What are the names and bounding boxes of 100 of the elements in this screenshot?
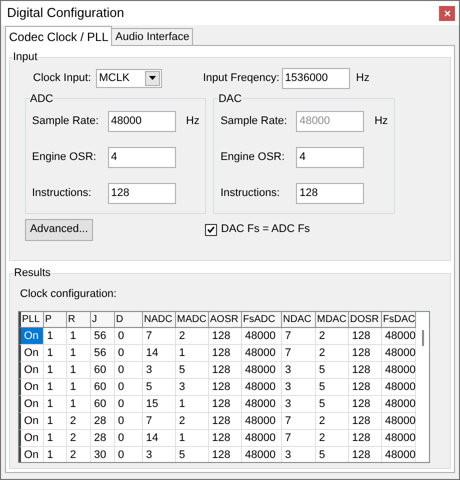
table-cell: 3	[143, 362, 176, 378]
table-cell: 128	[349, 413, 382, 429]
table-cell: 128	[209, 447, 242, 462]
table-cell: 48000	[242, 362, 282, 378]
group-title: DAC	[218, 92, 242, 106]
table-cell: 7	[282, 430, 316, 446]
group-title: ADC	[30, 92, 54, 106]
text-field[interactable]: 48000	[108, 111, 176, 132]
table-cell: 56	[91, 328, 115, 344]
table-cell: 128	[209, 345, 242, 361]
table-cell: 1	[44, 345, 67, 361]
text-field[interactable]: 4	[108, 147, 176, 168]
table-cell: 3	[282, 362, 316, 378]
table-cell: 48000	[242, 379, 282, 395]
column-header[interactable]: AOSR	[209, 312, 242, 327]
table-cell: 3	[282, 447, 316, 462]
table-cell: 5	[176, 362, 209, 378]
table-cell: 2	[316, 345, 349, 361]
table-cell: 14	[143, 430, 176, 446]
field-label: Engine OSR:	[32, 150, 98, 166]
table-cell: 2	[316, 328, 349, 344]
checkbox[interactable]	[205, 224, 217, 236]
tab[interactable]: Audio Interface	[111, 28, 194, 45]
table-cell: 7	[143, 328, 176, 344]
field-label: Engine OSR:	[220, 150, 286, 166]
column-header[interactable]: MDAC	[316, 312, 349, 327]
table-cell: 1	[44, 396, 67, 412]
table-cell: 128	[349, 430, 382, 446]
table-cell: 1	[67, 379, 91, 395]
table-cell: 3	[143, 447, 176, 462]
table-cell: 2	[316, 430, 349, 446]
table-cell: 1	[44, 379, 67, 395]
field-label: Input Freqency:	[203, 70, 280, 86]
table-cell: 48000	[242, 447, 282, 462]
advanced-button[interactable]: Advanced...	[25, 218, 93, 240]
text-field[interactable]: 1536000	[282, 68, 350, 88]
table-cell: 5	[316, 447, 349, 462]
field-label: Sample Rate:	[220, 114, 288, 130]
table-cell: 128	[349, 328, 382, 344]
tab[interactable]: Codec Clock / PLL	[5, 26, 112, 46]
text-field[interactable]: 128	[108, 183, 176, 204]
column-header[interactable]: P	[44, 312, 67, 327]
table-cell: 7	[282, 328, 316, 344]
dropdown[interactable]: MCLK	[96, 68, 162, 88]
column-header[interactable]: R	[67, 312, 91, 327]
table-cell: 2	[67, 430, 91, 446]
table-cell: 2	[176, 413, 209, 429]
column-header[interactable]: DOSR	[349, 312, 382, 327]
table-cell: 0	[115, 362, 143, 378]
table-cell: 128	[349, 362, 382, 378]
column-header[interactable]: MADC	[176, 312, 209, 327]
column-header[interactable]: NDAC	[282, 312, 316, 327]
table-cell: 1	[44, 430, 67, 446]
table-cell: 0	[115, 345, 143, 361]
table-cell: 0	[115, 447, 143, 462]
table-cell: 128	[349, 396, 382, 412]
table-cell: On	[21, 396, 44, 412]
text-field[interactable]: 128	[296, 183, 364, 204]
table-cell: 48000	[242, 328, 282, 344]
scrollbar-thumb[interactable]	[422, 330, 424, 346]
table-cell: On	[21, 362, 44, 378]
table-cell: 128	[209, 379, 242, 395]
table-cell: 7	[282, 413, 316, 429]
close-button[interactable]	[439, 6, 455, 20]
table-cell: 1	[44, 447, 67, 462]
table-cell: 1	[176, 430, 209, 446]
table-cell: 0	[115, 430, 143, 446]
table-cell: 1	[67, 362, 91, 378]
table-cell: 1	[44, 362, 67, 378]
table-cell: 0	[115, 328, 143, 344]
table-cell: 60	[91, 379, 115, 395]
table-cell: On	[21, 379, 44, 395]
column-header[interactable]: PLL	[21, 312, 44, 327]
column-header[interactable]: D	[115, 312, 143, 327]
table-cell: 1	[176, 345, 209, 361]
table-cell: 1	[67, 328, 91, 344]
column-header[interactable]: FsADC	[242, 312, 282, 327]
table-cell: 48000	[382, 430, 416, 446]
table-cell: 128	[209, 328, 242, 344]
table-cell: 1	[176, 396, 209, 412]
table-cell: 48000	[382, 413, 416, 429]
field-label: Instructions:	[220, 186, 281, 202]
column-header[interactable]: J	[91, 312, 115, 327]
column-header[interactable]: NADC	[143, 312, 176, 327]
table-cell: 128	[209, 396, 242, 412]
table-cell: 2	[67, 447, 91, 462]
caret-icon	[149, 76, 156, 80]
field-label: Clock Input:	[33, 70, 92, 86]
table-cell: 48000	[242, 413, 282, 429]
table-cell: 128	[349, 447, 382, 462]
column-header[interactable]: FsDAC	[382, 312, 416, 327]
table-cell: 28	[91, 413, 115, 429]
table-cell: On	[21, 328, 44, 344]
table-cell: 28	[91, 430, 115, 446]
table-cell: 60	[91, 396, 115, 412]
table-cell: 48000	[382, 328, 416, 344]
table-cell: On	[21, 430, 44, 446]
table-cell: 1	[67, 396, 91, 412]
text-field[interactable]: 4	[296, 147, 364, 168]
table-cell: 1	[44, 328, 67, 344]
